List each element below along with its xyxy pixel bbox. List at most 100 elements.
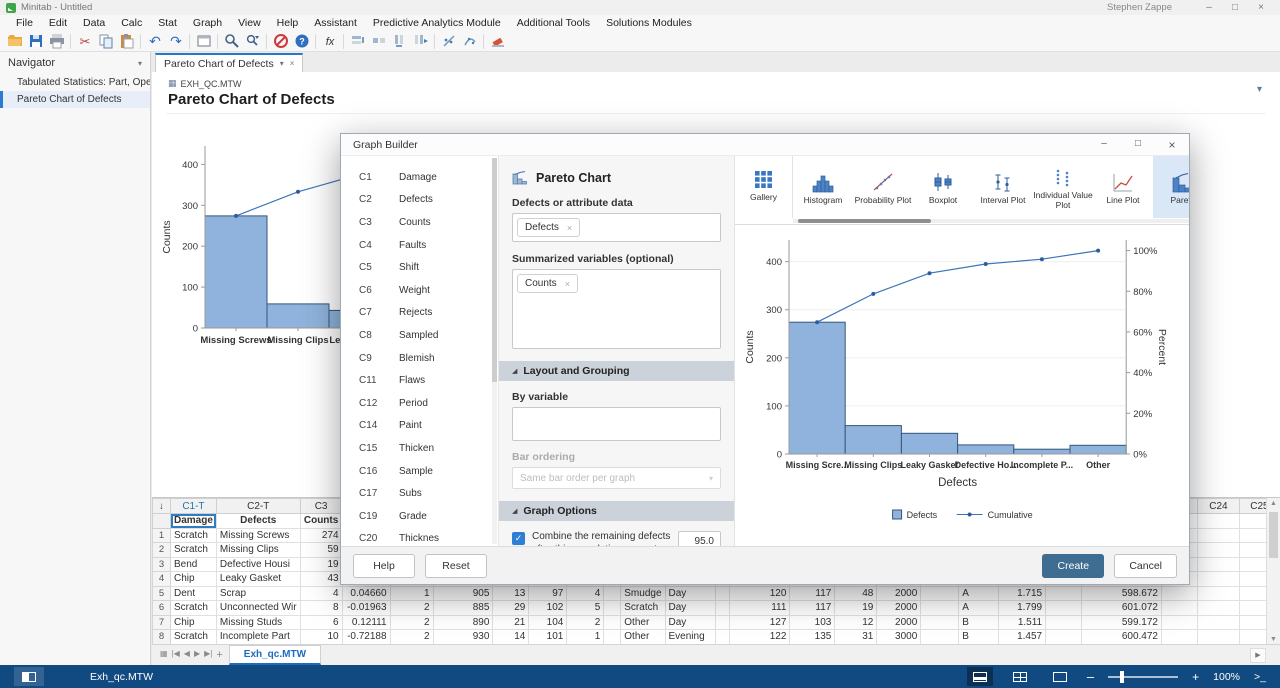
grid-cell[interactable] (604, 630, 621, 645)
grid-cell[interactable]: 117 (790, 586, 835, 601)
grid-cell[interactable] (1197, 543, 1239, 558)
remove-counts-icon[interactable]: × (565, 279, 570, 289)
grid-cell[interactable]: 103 (790, 615, 835, 630)
menu-additional-tools[interactable]: Additional Tools (509, 16, 598, 30)
grid-cell[interactable]: 1 (567, 630, 604, 645)
by-variable-field[interactable] (512, 407, 721, 441)
navigator-item-pareto-chart-of-defects[interactable]: Pareto Chart of Defects (0, 91, 150, 108)
gallery-item-boxplot[interactable]: Boxplot (913, 156, 973, 218)
grid-cell[interactable]: 601.072 (1082, 601, 1162, 616)
worksheet-tab[interactable]: Exh_qc.MTW (229, 645, 321, 665)
grid-cell[interactable]: Scrap (216, 586, 300, 601)
gallery-item-pareto[interactable]: Pareto (1153, 156, 1189, 218)
grid-cell[interactable]: 599.172 (1082, 615, 1162, 630)
grid-cell[interactable]: 598.672 (1082, 586, 1162, 601)
row-number[interactable]: 7 (153, 615, 171, 630)
gallery-item-individual-value-plot[interactable]: Individual Value Plot (1033, 156, 1093, 218)
print-icon[interactable] (46, 32, 67, 51)
grid-cell[interactable]: 19 (300, 557, 342, 572)
grid-cell[interactable] (604, 586, 621, 601)
grid-cell[interactable] (1197, 630, 1239, 645)
grid-cell[interactable]: 19 (835, 601, 877, 616)
dialog-minimize-icon[interactable]: – (1087, 138, 1121, 152)
gallery-home-button[interactable]: Gallery (735, 156, 793, 218)
grid-cell[interactable] (604, 615, 621, 630)
grid-cell[interactable]: 1.799 (999, 601, 1046, 616)
tab-close-icon[interactable]: × (290, 59, 295, 68)
grid-cell[interactable]: 2 (390, 601, 433, 616)
grid-cell[interactable]: 600.472 (1082, 630, 1162, 645)
menu-help[interactable]: Help (269, 16, 307, 30)
menu-data[interactable]: Data (75, 16, 113, 30)
variable-c16[interactable]: C16Sample (341, 460, 498, 483)
zoom-slider[interactable] (1108, 676, 1178, 678)
insert-column-icon[interactable] (389, 32, 410, 51)
column-name-cell[interactable]: Defects (216, 514, 300, 529)
grid-cell[interactable] (1161, 615, 1197, 630)
row-number[interactable]: 2 (153, 543, 171, 558)
brush-icon[interactable] (438, 32, 459, 51)
gallery-item-line-plot[interactable]: Line Plot (1093, 156, 1153, 218)
grid-cell[interactable]: 111 (730, 601, 790, 616)
combine-defects-checkbox[interactable]: ✓ (512, 532, 525, 545)
column-name-cell[interactable] (1197, 514, 1239, 529)
grid-cell[interactable] (715, 601, 730, 616)
grid-cell[interactable]: Missing Studs (216, 615, 300, 630)
grid-cell[interactable]: 0.04660 (342, 586, 390, 601)
variable-c9[interactable]: C9Blemish (341, 347, 498, 370)
grid-cell[interactable]: 2000 (877, 615, 921, 630)
menu-edit[interactable]: Edit (41, 16, 75, 30)
remove-defects-icon[interactable]: × (567, 223, 572, 233)
grid-cell[interactable]: Bend (170, 557, 216, 572)
grid-view-button[interactable] (1007, 667, 1033, 686)
grid-cell[interactable]: 120 (730, 586, 790, 601)
variable-list-scrollbar[interactable] (492, 158, 497, 544)
last-worksheet-icon[interactable]: ▶| (204, 649, 212, 661)
grid-cell[interactable]: Unconnected Wir (216, 601, 300, 616)
redo-icon[interactable]: ↷ (165, 32, 186, 51)
gallery-item-interval-plot[interactable]: Interval Plot (973, 156, 1033, 218)
section-layout-grouping[interactable]: ◢ Layout and Grouping (499, 361, 734, 381)
variable-c12[interactable]: C12Period (341, 392, 498, 415)
grid-cell[interactable]: Scratch (170, 543, 216, 558)
variable-c19[interactable]: C19Grade (341, 505, 498, 528)
prev-worksheet-icon[interactable]: ◀ (184, 649, 190, 661)
scroll-up-icon[interactable]: ▲ (1267, 500, 1280, 507)
grid-cell[interactable]: Missing Clips (216, 543, 300, 558)
variable-c7[interactable]: C7Rejects (341, 302, 498, 325)
grid-vertical-scrollbar[interactable]: ▲ ▼ (1266, 498, 1280, 645)
row-number[interactable]: 8 (153, 630, 171, 645)
grid-cell[interactable] (1161, 586, 1197, 601)
column-name-cell[interactable]: Damage (170, 514, 216, 529)
grid-cell[interactable]: Leaky Gasket (216, 572, 300, 587)
grid-cell[interactable]: 101 (529, 630, 567, 645)
grid-cell[interactable]: Day (665, 615, 715, 630)
grid-cell[interactable]: Missing Screws (216, 528, 300, 543)
grid-cell[interactable]: 885 (433, 601, 493, 616)
grid-cell[interactable]: 29 (493, 601, 529, 616)
grid-cell[interactable]: 1.511 (999, 615, 1046, 630)
summarized-variables-field[interactable]: Counts × (512, 269, 721, 349)
grid-cell[interactable]: Dent (170, 586, 216, 601)
grid-cell[interactable]: B (959, 615, 999, 630)
grid-cell[interactable]: 59 (300, 543, 342, 558)
grid-cell[interactable] (1197, 601, 1239, 616)
grid-cell[interactable]: 930 (433, 630, 493, 645)
cancel-icon[interactable] (270, 32, 291, 51)
variable-c17[interactable]: C17Subs (341, 482, 498, 505)
grid-cell[interactable]: 14 (493, 630, 529, 645)
maximize-button[interactable]: □ (1222, 2, 1248, 13)
worksheet-indicator-icon[interactable] (14, 667, 44, 686)
grid-cell[interactable]: 117 (790, 601, 835, 616)
grid-cell[interactable]: 13 (493, 586, 529, 601)
new-window-icon[interactable] (193, 32, 214, 51)
grid-cell[interactable]: 2 (390, 630, 433, 645)
find-icon[interactable] (221, 32, 242, 51)
grid-cell[interactable]: 8 (300, 601, 342, 616)
grid-cell[interactable]: 21 (493, 615, 529, 630)
grid-cell[interactable]: -0.01963 (342, 601, 390, 616)
help-button[interactable]: Help (353, 554, 415, 578)
column-header-c2-t[interactable]: C2-T (216, 499, 300, 514)
grid-cell[interactable]: 2000 (877, 601, 921, 616)
grid-cell[interactable]: Chip (170, 615, 216, 630)
